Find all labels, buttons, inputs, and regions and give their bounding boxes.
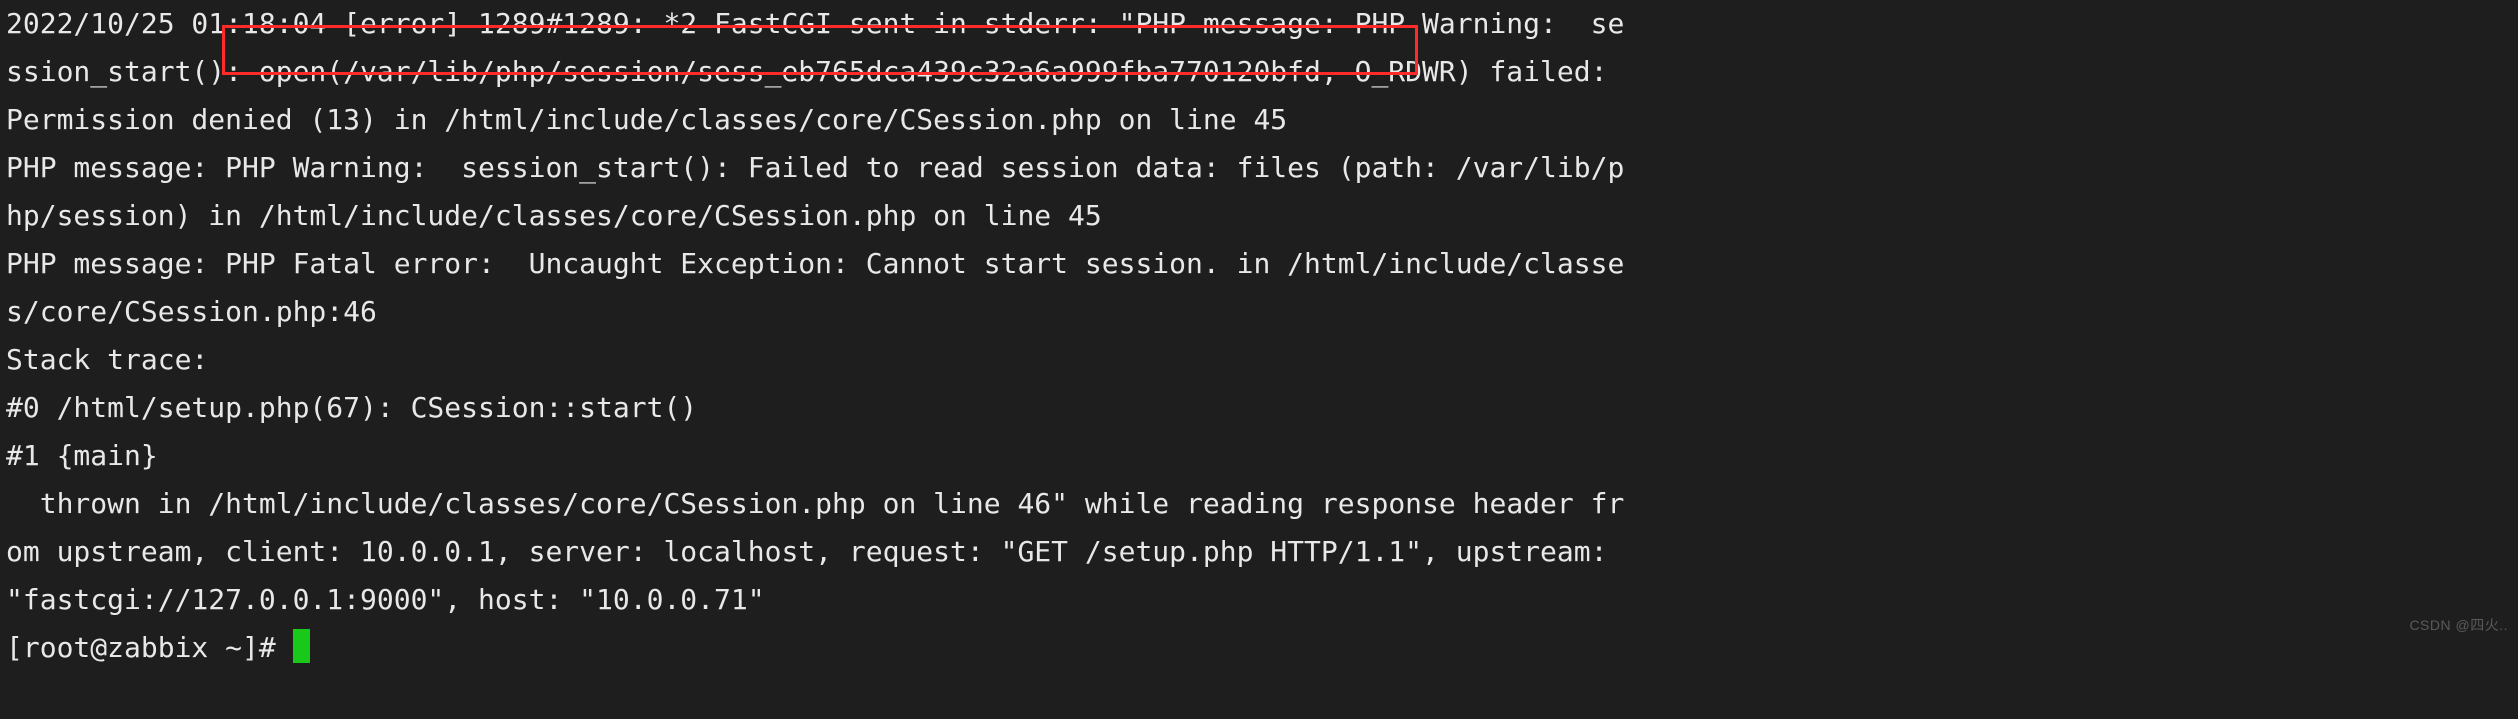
log-line: s/core/CSession.php:46	[6, 295, 377, 328]
prompt-path: ~	[225, 631, 242, 664]
log-line: Permission denied (13) in /html/include/…	[6, 103, 1287, 136]
log-line: PHP message: PHP Fatal error: Uncaught E…	[6, 247, 1624, 280]
log-line: om upstream, client: 10.0.0.1, server: l…	[6, 535, 1624, 568]
log-line: Stack trace:	[6, 343, 208, 376]
terminal-output[interactable]: 2022/10/25 01:18:04 [error] 1289#1289: *…	[0, 0, 2518, 719]
log-line: thrown in /html/include/classes/core/CSe…	[6, 487, 1624, 520]
terminal-cursor	[293, 629, 310, 663]
prompt-tail: ]#	[242, 631, 293, 664]
log-line: #0 /html/setup.php(67): CSession::start(…	[6, 391, 697, 424]
prompt-user-host: [root@zabbix	[6, 631, 225, 664]
log-line: #1 {main}	[6, 439, 158, 472]
log-line: 2022/10/25 01:18:04 [error] 1289#1289: *…	[6, 7, 1624, 40]
log-line: PHP message: PHP Warning: session_start(…	[6, 151, 1624, 184]
log-line: ssion_start(): open(/var/lib/php/session…	[6, 55, 1624, 88]
log-line: "fastcgi://127.0.0.1:9000", host: "10.0.…	[6, 583, 765, 616]
watermark-text: CSDN @四火..	[2409, 601, 2508, 649]
log-line: hp/session) in /html/include/classes/cor…	[6, 199, 1102, 232]
